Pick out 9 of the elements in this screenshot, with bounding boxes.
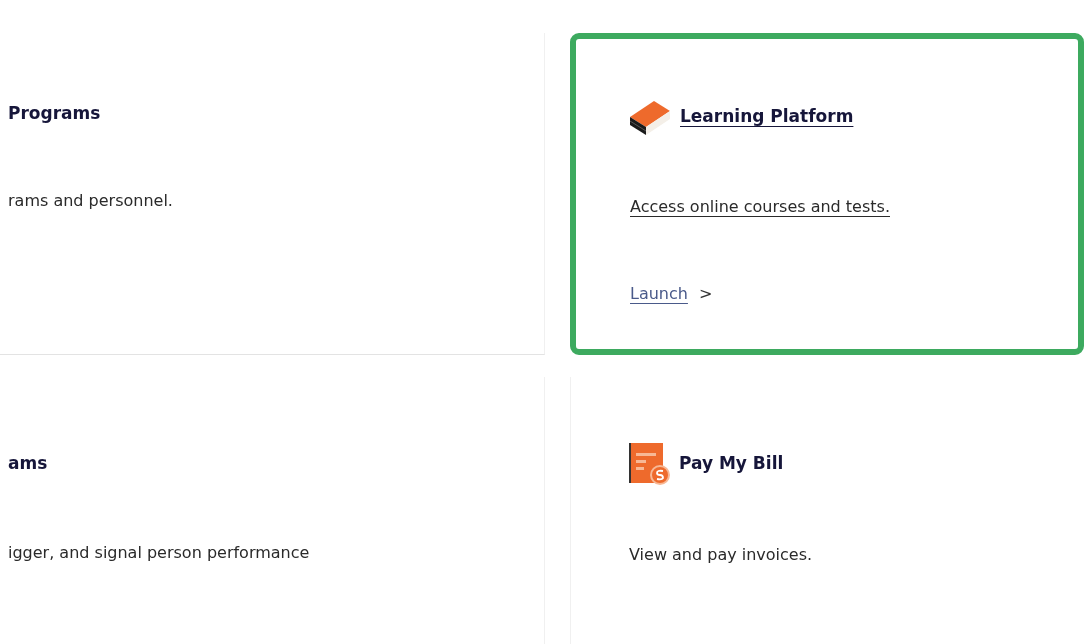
card-description: Access online courses and tests. — [630, 197, 891, 216]
card-title: Programs — [8, 103, 101, 123]
card-title: Pay My Bill — [679, 453, 784, 473]
launch-link[interactable]: Launch > — [630, 284, 713, 303]
card-title: ams — [8, 453, 48, 473]
card-description: View and pay invoices. — [629, 545, 814, 564]
card-description: rams and personnel. — [8, 191, 174, 210]
card-title[interactable]: Learning Platform — [680, 106, 854, 126]
card-description: igger, and signal person performance — [8, 543, 311, 562]
